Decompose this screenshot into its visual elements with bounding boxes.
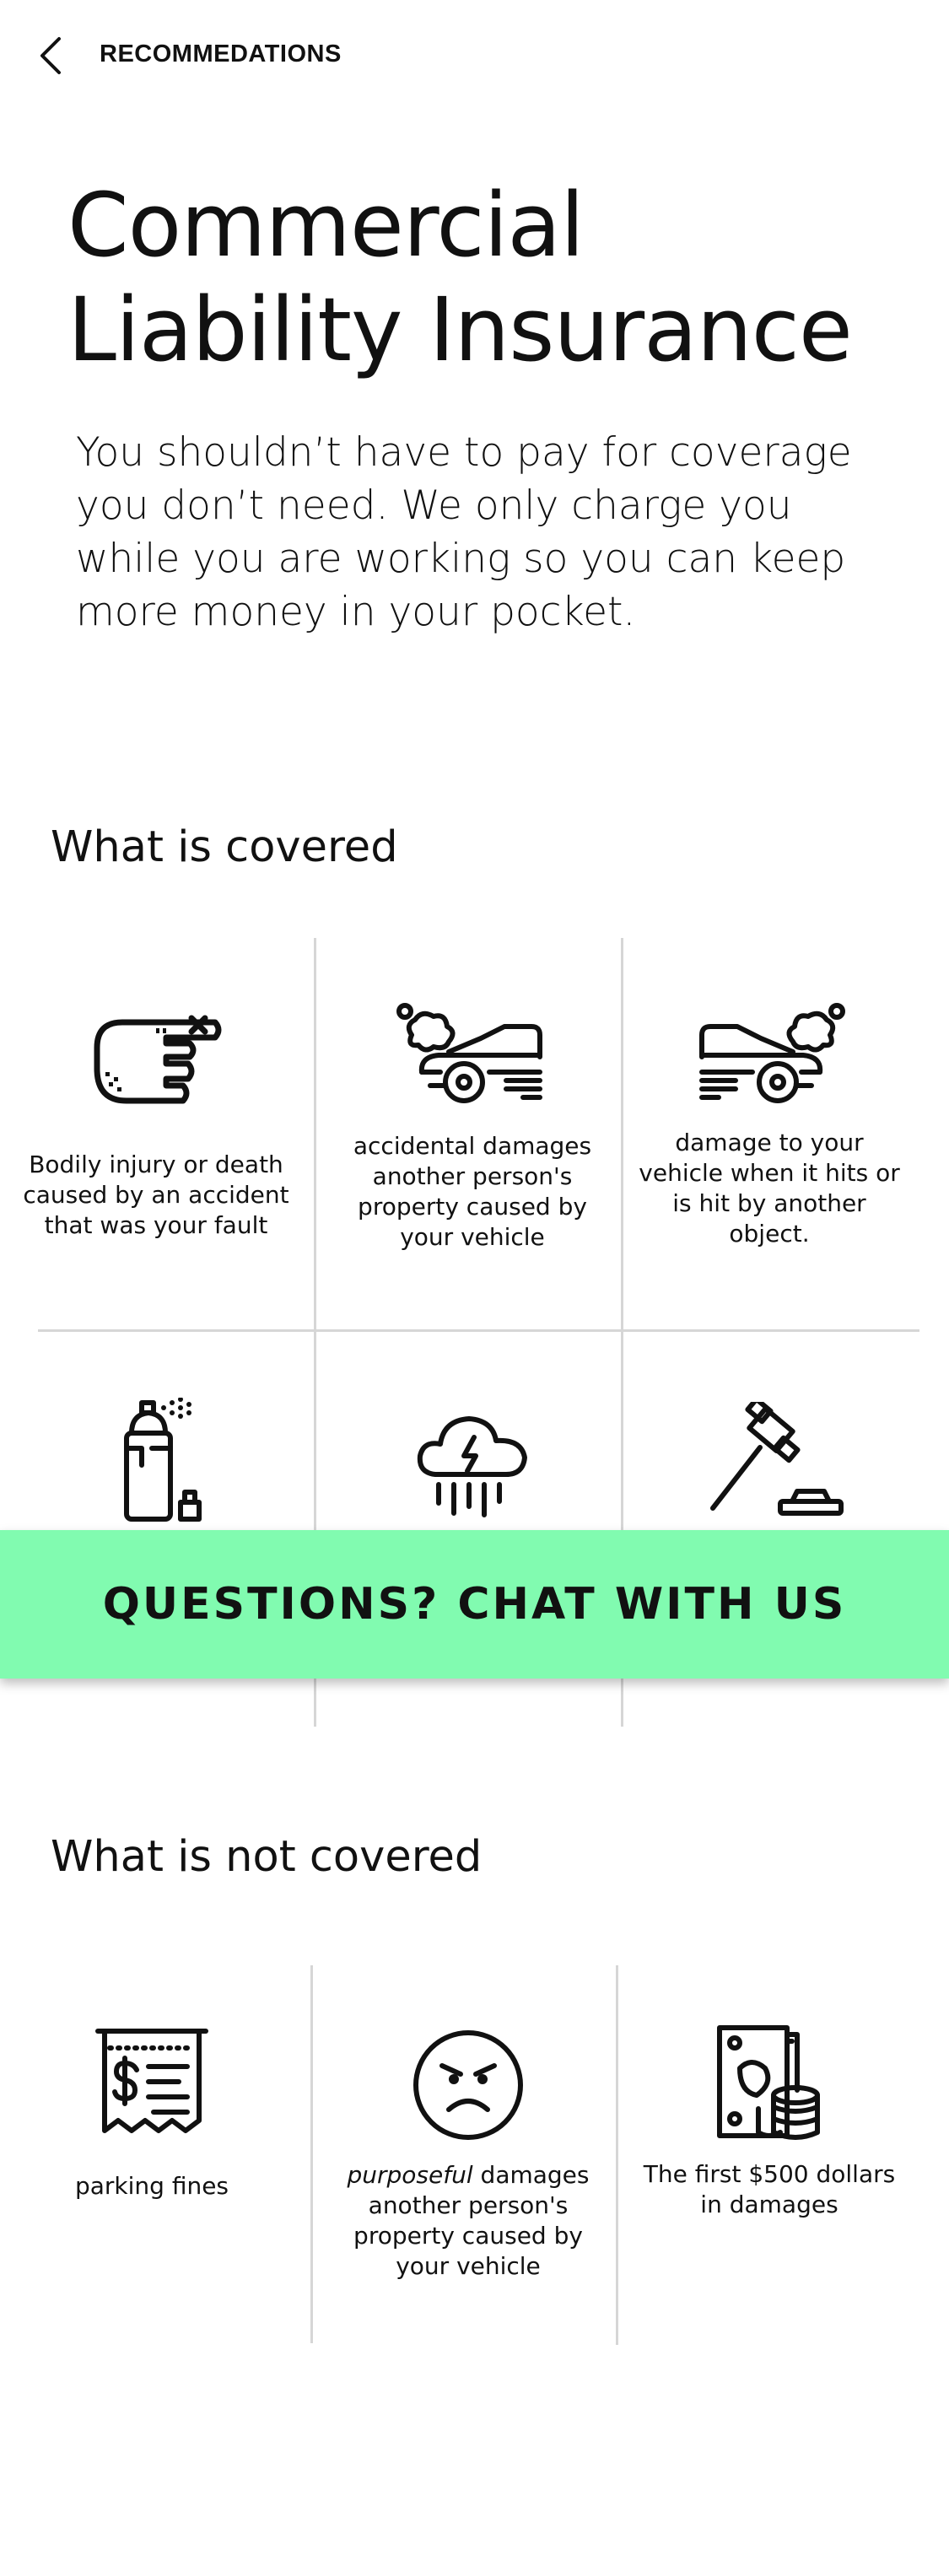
spray-paint-icon [124,1398,202,1522]
top-bar: RECOMMEDATIONS [0,0,949,110]
not-covered-item-caption: parking fines [74,2172,229,2200]
covered-heading: What is covered [51,822,398,872]
storm-cloud-icon [417,1416,527,1517]
covered-item-caption: Bodily injury or death caused by an acci… [23,1151,289,1239]
car-crash-right-icon [699,1003,845,1103]
money-coins-icon [717,2025,820,2140]
caption-emphasis: purposeful [347,2161,473,2189]
not-covered-heading: What is not covered [51,1832,483,1882]
not-covered-item-purposeful-damage: purposeful damages another person's prop… [333,2029,603,2282]
covered-item-caption: accidental damages another person's prop… [353,1132,592,1251]
top-bar-title: RECOMMEDATIONS [100,40,342,67]
bandaged-hand-icon [94,1015,222,1104]
covered-item-caption: damage to your vehicle when it hits or i… [639,1129,900,1248]
chat-with-us-label: QUESTIONS? CHAT WITH US [102,1579,847,1630]
not-covered-item-deductible: The first $500 dollars in damages [634,2024,904,2220]
grid-divider [310,1965,313,2343]
angry-face-icon [413,2030,523,2140]
parking-ticket-icon [95,2029,208,2133]
covered-item-legal [692,1402,860,1520]
not-covered-item-parking-fines: parking fines [25,2026,278,2201]
page-title: Commercial Liability Insurance [67,174,853,381]
covered-item-vandalism [84,1398,236,1524]
gavel-icon [710,1402,844,1516]
chat-with-us-button[interactable]: QUESTIONS? CHAT WITH US [0,1530,949,1679]
covered-item-vehicle-damage: damage to your vehicle when it hits or i… [634,1001,904,1249]
not-covered-grid: parking fines purposeful damages another… [0,1965,949,2345]
chevron-left-icon [40,37,61,74]
covered-item-bodily-injury: Bodily injury or death caused by an acci… [17,1010,295,1241]
not-covered-item-caption: The first $500 dollars in damages [643,2160,896,2218]
grid-divider [616,1965,618,2345]
covered-item-weather [396,1410,548,1520]
back-button[interactable] [32,34,73,78]
grid-divider [38,1329,919,1332]
covered-item-property-damage: accidental damages another person's prop… [337,1001,607,1253]
intro-text: You shouldn’t have to pay for coverage y… [76,429,852,635]
car-crash-left-icon [396,1003,542,1103]
not-covered-item-caption: purposeful damages another person's prop… [333,2160,603,2282]
